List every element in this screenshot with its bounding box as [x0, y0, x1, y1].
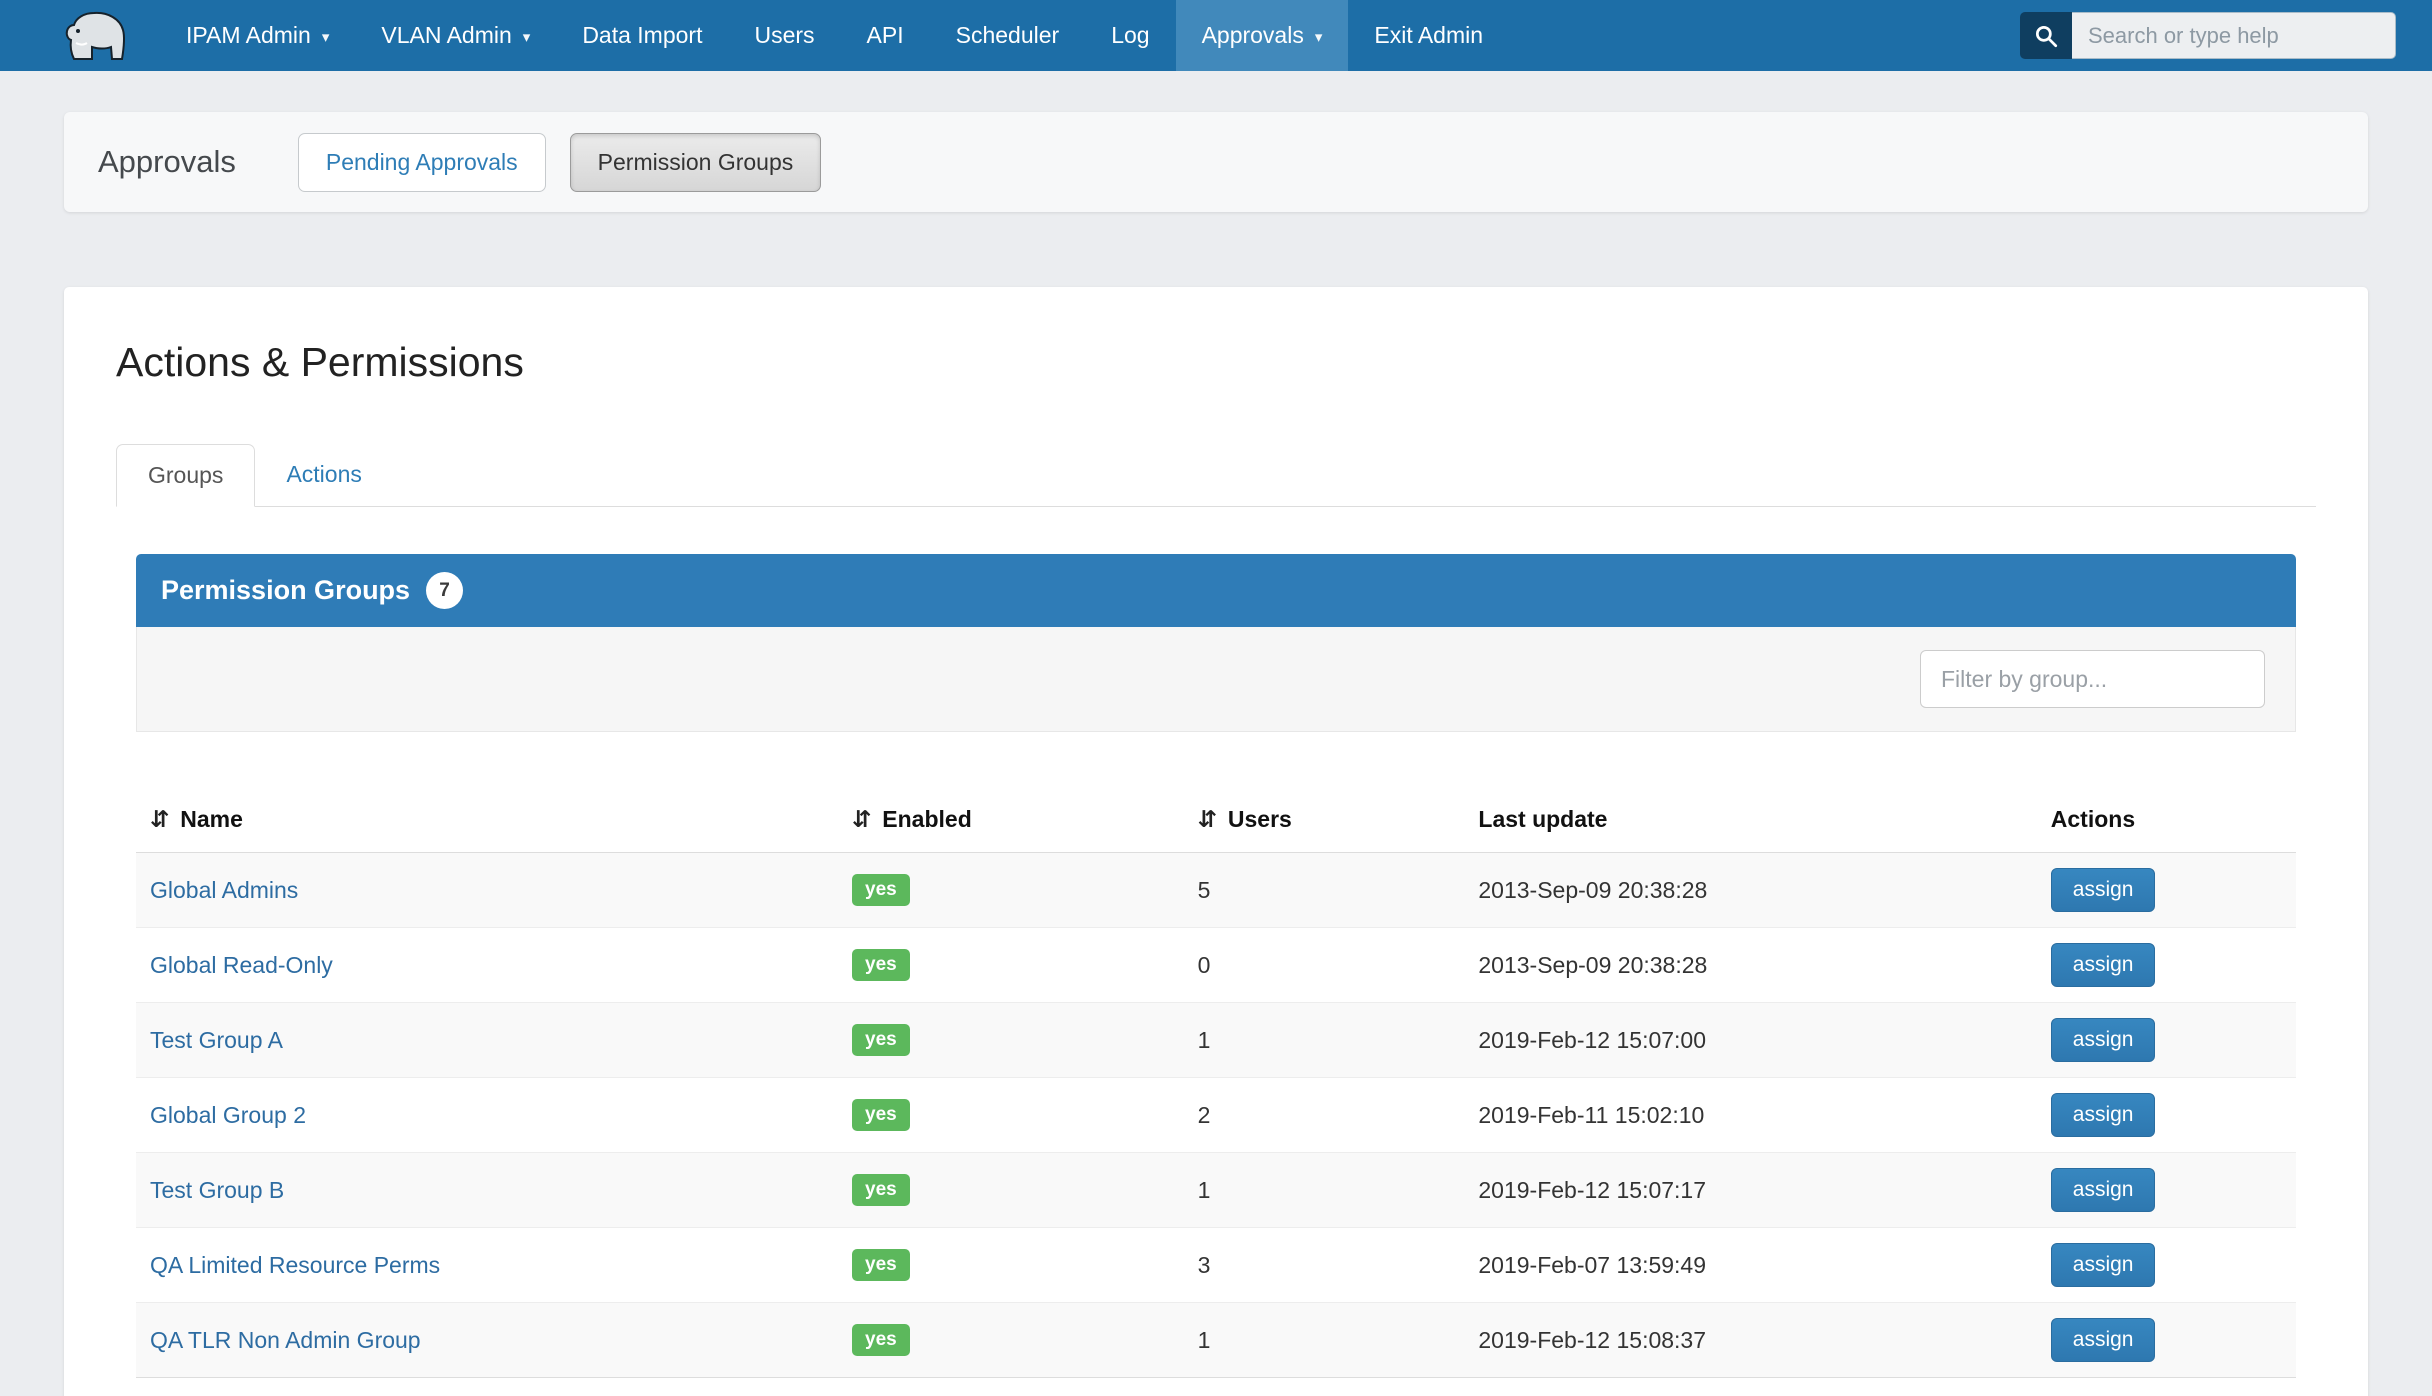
group-name-link[interactable]: QA TLR Non Admin Group — [150, 1327, 421, 1353]
chevron-down-icon: ▾ — [1315, 28, 1323, 46]
enabled-badge: yes — [852, 1174, 910, 1206]
nav-item-users[interactable]: Users — [728, 0, 840, 71]
panel-heading: Permission Groups 7 — [136, 554, 2296, 627]
search-button[interactable] — [2020, 12, 2072, 59]
assign-button[interactable]: assign — [2051, 868, 2156, 912]
panel-toolbar — [136, 627, 2296, 732]
header-name[interactable]: ⇵Name — [136, 787, 838, 853]
tab-actions[interactable]: Actions — [255, 444, 392, 507]
header-users[interactable]: ⇵Users — [1184, 787, 1465, 853]
top-navbar: IPAM Admin ▾ VLAN Admin ▾ Data Import Us… — [0, 0, 2432, 71]
group-name-link[interactable]: Test Group A — [150, 1027, 283, 1053]
group-name-link[interactable]: Global Admins — [150, 877, 298, 903]
nav-item-scheduler[interactable]: Scheduler — [930, 0, 1086, 71]
groups-table-body: Global Admins yes 5 2013-Sep-09 20:38:28… — [136, 853, 2296, 1378]
permission-groups-panel: Permission Groups 7 ⇵Name ⇵Enabled — [136, 554, 2296, 1378]
table-header: ⇵Name ⇵Enabled ⇵Users Last update Action… — [136, 787, 2296, 853]
nav-item-label: API — [867, 22, 904, 49]
nav-item-label: IPAM Admin — [186, 22, 311, 49]
header-enabled[interactable]: ⇵Enabled — [838, 787, 1184, 853]
tab-groups[interactable]: Groups — [116, 444, 255, 507]
nav-item-exit-admin[interactable]: Exit Admin — [1348, 0, 1509, 71]
approvals-toolbar: Approvals Pending Approvals Permission G… — [64, 112, 2368, 212]
nav-item-label: Approvals — [1202, 22, 1304, 49]
table-row: Global Admins yes 5 2013-Sep-09 20:38:28… — [136, 853, 2296, 928]
page-title: Actions & Permissions — [116, 339, 2316, 386]
nav-item-api[interactable]: API — [841, 0, 930, 71]
nav-item-log[interactable]: Log — [1085, 0, 1175, 71]
nav-item-label: Users — [754, 22, 814, 49]
table-row: QA Limited Resource Perms yes 3 2019-Feb… — [136, 1228, 2296, 1303]
last-update: 2019-Feb-12 15:07:17 — [1464, 1153, 2036, 1228]
table-row: Test Group A yes 1 2019-Feb-12 15:07:00 … — [136, 1003, 2296, 1078]
last-update: 2013-Sep-09 20:38:28 — [1464, 853, 2036, 928]
nav-item-approvals[interactable]: Approvals ▾ — [1176, 0, 1349, 71]
nav-item-data-import[interactable]: Data Import — [556, 0, 728, 71]
users-count: 5 — [1184, 853, 1465, 928]
last-update: 2019-Feb-12 15:08:37 — [1464, 1303, 2036, 1378]
enabled-badge: yes — [852, 1024, 910, 1056]
enabled-badge: yes — [852, 1324, 910, 1356]
nav-items: IPAM Admin ▾ VLAN Admin ▾ Data Import Us… — [160, 0, 1509, 71]
users-count: 3 — [1184, 1228, 1465, 1303]
nav-item-label: VLAN Admin — [381, 22, 511, 49]
table-row: Test Group B yes 1 2019-Feb-12 15:07:17 … — [136, 1153, 2296, 1228]
search-input[interactable] — [2072, 12, 2396, 59]
nav-item-label: Log — [1111, 22, 1149, 49]
table-row: QA TLR Non Admin Group yes 1 2019-Feb-12… — [136, 1303, 2296, 1378]
last-update: 2019-Feb-12 15:07:00 — [1464, 1003, 2036, 1078]
header-actions: Actions — [2037, 787, 2296, 853]
sort-icon: ⇵ — [1198, 806, 1217, 832]
nav-item-vlan-admin[interactable]: VLAN Admin ▾ — [355, 0, 556, 71]
sort-icon: ⇵ — [852, 806, 871, 832]
group-name-link[interactable]: Global Group 2 — [150, 1102, 306, 1128]
app-logo — [0, 0, 160, 71]
users-count: 0 — [1184, 928, 1465, 1003]
nav-item-label: Data Import — [582, 22, 702, 49]
enabled-badge: yes — [852, 874, 910, 906]
assign-button[interactable]: assign — [2051, 1168, 2156, 1212]
users-count: 1 — [1184, 1303, 1465, 1378]
enabled-badge: yes — [852, 949, 910, 981]
filter-group-input[interactable] — [1920, 650, 2265, 708]
permission-groups-button[interactable]: Permission Groups — [570, 133, 822, 192]
assign-button[interactable]: assign — [2051, 1318, 2156, 1362]
users-count: 2 — [1184, 1078, 1465, 1153]
chevron-down-icon: ▾ — [322, 28, 330, 46]
header-last-update: Last update — [1464, 787, 2036, 853]
chevron-down-icon: ▾ — [523, 28, 531, 46]
last-update: 2013-Sep-09 20:38:28 — [1464, 928, 2036, 1003]
nav-item-ipam-admin[interactable]: IPAM Admin ▾ — [160, 0, 355, 71]
group-name-link[interactable]: Test Group B — [150, 1177, 284, 1203]
table-row: Global Read-Only yes 0 2013-Sep-09 20:38… — [136, 928, 2296, 1003]
mammoth-logo-icon — [62, 9, 134, 63]
nav-search — [2020, 0, 2432, 71]
nav-item-label: Scheduler — [956, 22, 1060, 49]
panel-title: Permission Groups — [161, 575, 410, 606]
group-name-link[interactable]: Global Read-Only — [150, 952, 333, 978]
users-count: 1 — [1184, 1003, 1465, 1078]
group-name-link[interactable]: QA Limited Resource Perms — [150, 1252, 440, 1278]
search-icon — [2033, 23, 2059, 49]
assign-button[interactable]: assign — [2051, 1243, 2156, 1287]
users-count: 1 — [1184, 1153, 1465, 1228]
sort-icon: ⇵ — [150, 806, 169, 832]
group-count-badge: 7 — [426, 572, 463, 609]
assign-button[interactable]: assign — [2051, 1093, 2156, 1137]
tabs: Groups Actions — [116, 444, 2316, 507]
approvals-title: Approvals — [98, 144, 236, 180]
pending-approvals-button[interactable]: Pending Approvals — [298, 133, 546, 192]
table-row: Global Group 2 yes 2 2019-Feb-11 15:02:1… — [136, 1078, 2296, 1153]
enabled-badge: yes — [852, 1249, 910, 1281]
permission-groups-table: ⇵Name ⇵Enabled ⇵Users Last update Action… — [136, 787, 2296, 1378]
enabled-badge: yes — [852, 1099, 910, 1131]
actions-permissions-card: Actions & Permissions Groups Actions Per… — [64, 287, 2368, 1396]
last-update: 2019-Feb-11 15:02:10 — [1464, 1078, 2036, 1153]
assign-button[interactable]: assign — [2051, 943, 2156, 987]
last-update: 2019-Feb-07 13:59:49 — [1464, 1228, 2036, 1303]
nav-item-label: Exit Admin — [1374, 22, 1483, 49]
assign-button[interactable]: assign — [2051, 1018, 2156, 1062]
